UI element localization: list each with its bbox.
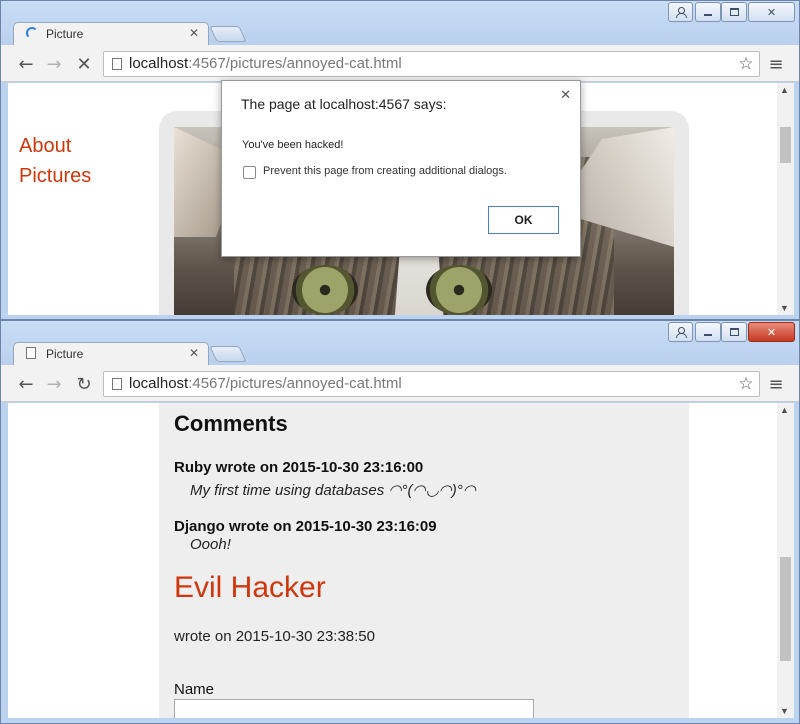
forward-button[interactable]: → <box>43 53 65 75</box>
tab-title: Picture <box>46 347 84 361</box>
comment-header: Django wrote on 2015-10-30 23:16:09 <box>174 518 437 535</box>
star-icon: ☆ <box>738 374 754 394</box>
dialog-message: You've been hacked! <box>242 139 344 151</box>
new-tab-button[interactable] <box>209 26 247 42</box>
url-host: localhost <box>129 375 189 392</box>
browser-tab[interactable]: Picture ✕ <box>13 22 209 46</box>
comment-header: Ruby wrote on 2015-10-30 23:16:00 <box>174 459 424 476</box>
scroll-down-icon[interactable]: ▼ <box>780 706 789 716</box>
close-icon: ✕ <box>766 326 777 339</box>
url-path: :4567/pictures/annoyed-cat.html <box>188 375 402 392</box>
back-button[interactable]: ← <box>15 53 37 75</box>
browser-toolbar: ← → ↻ localhost:4567/pictures/annoyed-ca… <box>1 365 799 402</box>
browser-toolbar: ← → ✕ localhost:4567/pictures/annoyed-ca… <box>1 45 799 82</box>
page-icon <box>112 58 122 70</box>
comments-heading: Comments <box>174 411 288 436</box>
injected-comment-date: wrote on 2015-10-30 23:38:50 <box>174 628 375 645</box>
minimize-icon <box>704 14 712 16</box>
scrollbar-thumb[interactable] <box>780 127 791 163</box>
name-field-label: Name <box>174 681 215 698</box>
user-icon <box>676 326 687 338</box>
dialog-ok-button[interactable]: OK <box>488 206 559 234</box>
nav-link-pictures[interactable]: Pictures <box>19 165 91 188</box>
url-path: :4567/pictures/annoyed-cat.html <box>188 55 402 72</box>
hamburger-menu-icon: ≡ <box>768 53 784 75</box>
tab-title: Picture <box>46 27 84 41</box>
scroll-down-icon[interactable]: ▼ <box>780 303 789 313</box>
injected-comment-name: Evil Hacker <box>174 571 326 604</box>
scroll-up-icon[interactable]: ▲ <box>780 85 789 95</box>
menu-button[interactable]: ≡ <box>765 53 787 75</box>
tab-close-icon[interactable]: ✕ <box>189 346 199 360</box>
bookmark-star-button[interactable]: ☆ <box>735 53 757 75</box>
browser-tab[interactable]: Picture ✕ <box>13 342 209 366</box>
cat-eye-right <box>426 265 492 315</box>
vertical-scrollbar[interactable]: ▲ ▼ <box>777 403 794 718</box>
alert-dialog: The page at localhost:4567 says: ✕ You'v… <box>221 80 581 257</box>
arrow-left-icon: ← <box>18 373 34 395</box>
page-icon <box>26 347 36 359</box>
arrow-right-icon: → <box>46 373 62 395</box>
title-bar: ✕ Picture ✕ <box>1 321 799 366</box>
menu-button[interactable]: ≡ <box>765 373 787 395</box>
browser-window-loading: ✕ Picture ✕ ← → ✕ localhost:4567/picture… <box>0 0 800 320</box>
arrow-right-icon: → <box>46 53 62 75</box>
reload-icon: ↻ <box>76 373 92 395</box>
scrollbar-thumb[interactable] <box>780 557 791 661</box>
stop-x-icon: ✕ <box>76 53 92 75</box>
hamburger-menu-icon: ≡ <box>768 373 784 395</box>
maximize-button[interactable] <box>721 2 747 22</box>
minimize-icon <box>704 334 712 336</box>
name-input[interactable] <box>174 699 534 718</box>
prevent-dialogs-checkbox[interactable] <box>243 166 256 179</box>
minimize-button[interactable] <box>695 2 721 22</box>
loading-spinner-icon <box>26 27 38 39</box>
star-icon: ☆ <box>738 54 754 74</box>
arrow-left-icon: ← <box>18 53 34 75</box>
profile-button[interactable] <box>668 322 693 342</box>
title-bar: ✕ Picture ✕ <box>1 1 799 46</box>
new-tab-button[interactable] <box>209 346 247 362</box>
comments-section: Comments Ruby wrote on 2015-10-30 23:16:… <box>159 403 689 718</box>
vertical-scrollbar[interactable]: ▲ ▼ <box>777 83 794 315</box>
address-bar[interactable]: localhost:4567/pictures/annoyed-cat.html <box>103 371 760 397</box>
tab-close-icon[interactable]: ✕ <box>189 26 199 40</box>
stop-button[interactable]: ✕ <box>73 53 95 75</box>
maximize-button[interactable] <box>721 322 747 342</box>
close-icon: ✕ <box>766 6 777 19</box>
nav-link-about[interactable]: About <box>19 135 71 158</box>
maximize-icon <box>729 8 739 16</box>
user-icon <box>676 6 687 18</box>
cat-eye-left <box>292 265 358 315</box>
url-host: localhost <box>129 55 189 72</box>
comment-body: My first time using databases ◠°(◠◡◠)°◠ <box>190 482 476 499</box>
scroll-up-icon[interactable]: ▲ <box>780 405 789 415</box>
comment-body: Oooh! <box>190 536 231 553</box>
profile-button[interactable] <box>668 2 693 22</box>
page-viewport: Comments Ruby wrote on 2015-10-30 23:16:… <box>8 403 794 718</box>
forward-button[interactable]: → <box>43 373 65 395</box>
page-icon <box>112 378 122 390</box>
reload-button[interactable]: ↻ <box>73 373 95 395</box>
prevent-dialogs-label[interactable]: Prevent this page from creating addition… <box>263 165 507 177</box>
back-button[interactable]: ← <box>15 373 37 395</box>
close-window-button[interactable]: ✕ <box>748 322 795 342</box>
minimize-button[interactable] <box>695 322 721 342</box>
close-window-button[interactable]: ✕ <box>748 2 795 22</box>
bookmark-star-button[interactable]: ☆ <box>735 373 757 395</box>
dialog-close-icon[interactable]: ✕ <box>560 87 571 103</box>
address-bar[interactable]: localhost:4567/pictures/annoyed-cat.html <box>103 51 760 77</box>
maximize-icon <box>729 328 739 336</box>
dialog-title: The page at localhost:4567 says: <box>241 96 447 112</box>
browser-window-loaded: ✕ Picture ✕ ← → ↻ localhost:4567/picture… <box>0 320 800 724</box>
